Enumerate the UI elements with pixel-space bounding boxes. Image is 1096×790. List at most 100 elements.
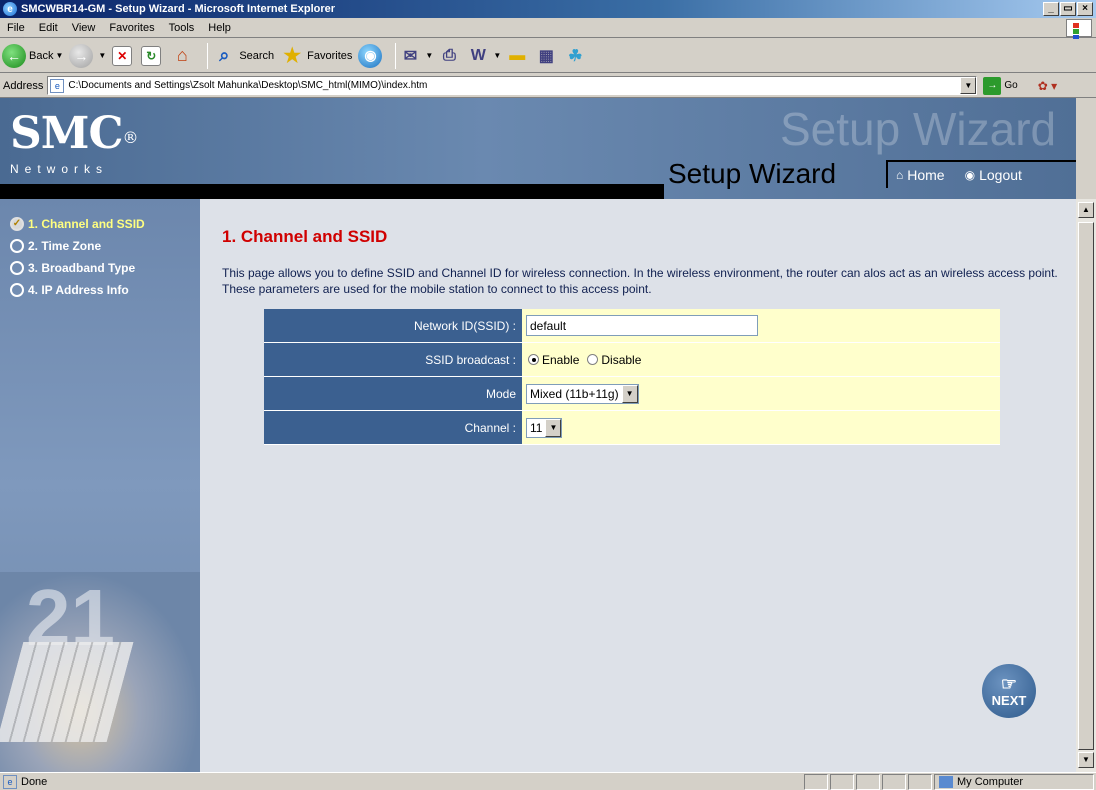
step-check-icon: ✓: [10, 217, 24, 231]
scroll-up-button[interactable]: ▲: [1078, 202, 1094, 218]
status-panel: [908, 773, 932, 790]
back-arrow-icon: ←: [2, 43, 26, 68]
enable-label: Enable: [542, 352, 580, 367]
ssid-label: Network ID(SSID) :: [264, 309, 522, 342]
broadcast-disable-radio[interactable]: Disable: [585, 353, 641, 367]
edit-button[interactable]: W ▼: [468, 44, 501, 68]
menu-tools[interactable]: Tools: [162, 22, 202, 34]
close-button[interactable]: ×: [1077, 2, 1093, 16]
window-title-bar: e SMCWBR14-GM - Setup Wizard - Microsoft…: [0, 0, 1096, 18]
page-title: 1. Channel and SSID: [222, 227, 388, 246]
next-button[interactable]: ☞ NEXT: [982, 664, 1036, 718]
address-input[interactable]: e C:\Documents and Settings\Zsolt Mahunk…: [47, 76, 978, 95]
ie-icon: e: [3, 2, 17, 16]
form-row-broadcast: SSID broadcast : Enable Disable: [264, 343, 1000, 377]
notes-button[interactable]: ▬: [507, 44, 530, 68]
status-panel: [882, 773, 906, 790]
logo-subtitle: Networks: [10, 162, 109, 176]
chevron-down-icon: ▼: [55, 51, 64, 60]
minimize-button[interactable]: _: [1043, 2, 1059, 16]
menu-help[interactable]: Help: [201, 22, 238, 34]
broadcast-enable-radio[interactable]: Enable: [526, 353, 579, 367]
computer-icon: [939, 775, 953, 788]
menu-edit[interactable]: Edit: [32, 22, 65, 34]
mail-button[interactable]: ✉ ▼: [400, 44, 434, 68]
scrollbar-thumb[interactable]: [1078, 222, 1094, 750]
page-header: SMC® Networks Setup Wizard Setup Wizard …: [0, 98, 1076, 199]
search-button[interactable]: ⌕ Search: [212, 44, 274, 68]
print-button[interactable]: ⎙: [439, 44, 462, 68]
windows-logo-icon: [1066, 19, 1092, 46]
menu-bar: File Edit View Favorites Tools Help: [0, 18, 1096, 46]
toolbar-extension-icon[interactable]: ✿ ▾: [1038, 79, 1057, 93]
smc-logo: SMC®: [10, 112, 139, 156]
media-button[interactable]: ◉: [358, 43, 385, 68]
refresh-icon: ↻: [141, 45, 162, 66]
step-label: 2. Time Zone: [28, 239, 102, 253]
wireless-settings-form: Network ID(SSID) : default SSID broadcas…: [264, 309, 1000, 445]
step-time-zone[interactable]: 2. Time Zone: [0, 235, 200, 257]
header-divider: [0, 184, 664, 199]
ssid-broadcast-label: SSID broadcast :: [264, 343, 522, 376]
wizard-steps: ✓ 1. Channel and SSID 2. Time Zone 3. Br…: [0, 199, 200, 301]
favorites-button[interactable]: ★ Favorites: [280, 44, 352, 68]
search-icon: ⌕: [219, 45, 230, 65]
status-panel: [830, 773, 854, 790]
home-icon: ⌂: [176, 45, 188, 65]
step-radio-icon: [10, 283, 24, 297]
mode-label: Mode: [264, 377, 522, 410]
refresh-button[interactable]: ↻: [141, 45, 164, 66]
forward-button[interactable]: → ▼: [69, 43, 107, 68]
logout-link[interactable]: ◉ Logout: [965, 167, 1032, 183]
research-button[interactable]: ▦: [536, 44, 559, 68]
step-channel-ssid[interactable]: ✓ 1. Channel and SSID: [0, 213, 200, 235]
media-icon: ◉: [358, 43, 383, 68]
home-link[interactable]: ⌂ Home: [896, 167, 955, 183]
word-document-icon: W: [470, 46, 486, 64]
search-label: Search: [239, 49, 275, 62]
address-label: Address: [3, 79, 44, 92]
back-button[interactable]: ← Back ▼: [2, 43, 64, 68]
star-icon: ★: [283, 45, 302, 67]
menu-file[interactable]: File: [0, 22, 32, 34]
home-button[interactable]: ⌂: [170, 44, 197, 68]
step-radio-icon: [10, 239, 24, 253]
vertical-scrollbar[interactable]: ▲ ▼: [1076, 98, 1096, 772]
stop-button[interactable]: ✕: [112, 45, 135, 66]
messenger-icon: ☘: [568, 47, 583, 65]
main-content: 1. Channel and SSID This page allows you…: [222, 199, 1058, 445]
step-radio-icon: [10, 261, 24, 275]
chevron-down-icon: ▼: [621, 384, 638, 403]
menu-view[interactable]: View: [65, 22, 103, 34]
folder-icon: ▬: [509, 46, 526, 64]
back-label: Back: [29, 49, 54, 62]
logout-link-label: Logout: [979, 167, 1022, 183]
browser-viewport: SMC® Networks Setup Wizard Setup Wizard …: [0, 98, 1096, 772]
menu-favorites[interactable]: Favorites: [102, 22, 161, 34]
step-broadband-type[interactable]: 3. Broadband Type: [0, 257, 200, 279]
next-label: NEXT: [991, 692, 1027, 708]
maximize-button[interactable]: ▭: [1060, 2, 1076, 16]
mode-select[interactable]: Mixed (11b+11g) ▼: [526, 383, 639, 404]
status-text: Done: [21, 775, 48, 788]
address-dropdown-button[interactable]: ▼: [960, 77, 977, 94]
scroll-down-button[interactable]: ▼: [1078, 752, 1094, 768]
home-link-label: Home: [907, 167, 945, 183]
wizard-ghost-text: Setup Wizard: [780, 103, 1057, 155]
chevron-down-icon: ▼: [545, 418, 562, 437]
chevron-down-icon: ▼: [98, 51, 107, 60]
form-row-channel: Channel : 11 ▼: [264, 411, 1000, 445]
channel-label: Channel :: [264, 411, 522, 444]
window-title: SMCWBR14-GM - Setup Wizard - Microsoft I…: [21, 3, 336, 15]
status-panel: [856, 773, 880, 790]
channel-select[interactable]: 11 ▼: [526, 417, 563, 438]
keyboard-image: [0, 642, 134, 742]
step-ip-address-info[interactable]: 4. IP Address Info: [0, 279, 200, 301]
go-button[interactable]: → Go: [983, 76, 1018, 95]
ssid-input[interactable]: default: [526, 315, 758, 336]
forward-arrow-icon: →: [69, 43, 94, 68]
messenger-button[interactable]: ☘: [565, 44, 588, 68]
step-label: 4. IP Address Info: [28, 283, 129, 297]
mode-value: Mixed (11b+11g): [530, 386, 619, 401]
page-icon: e: [3, 774, 17, 789]
